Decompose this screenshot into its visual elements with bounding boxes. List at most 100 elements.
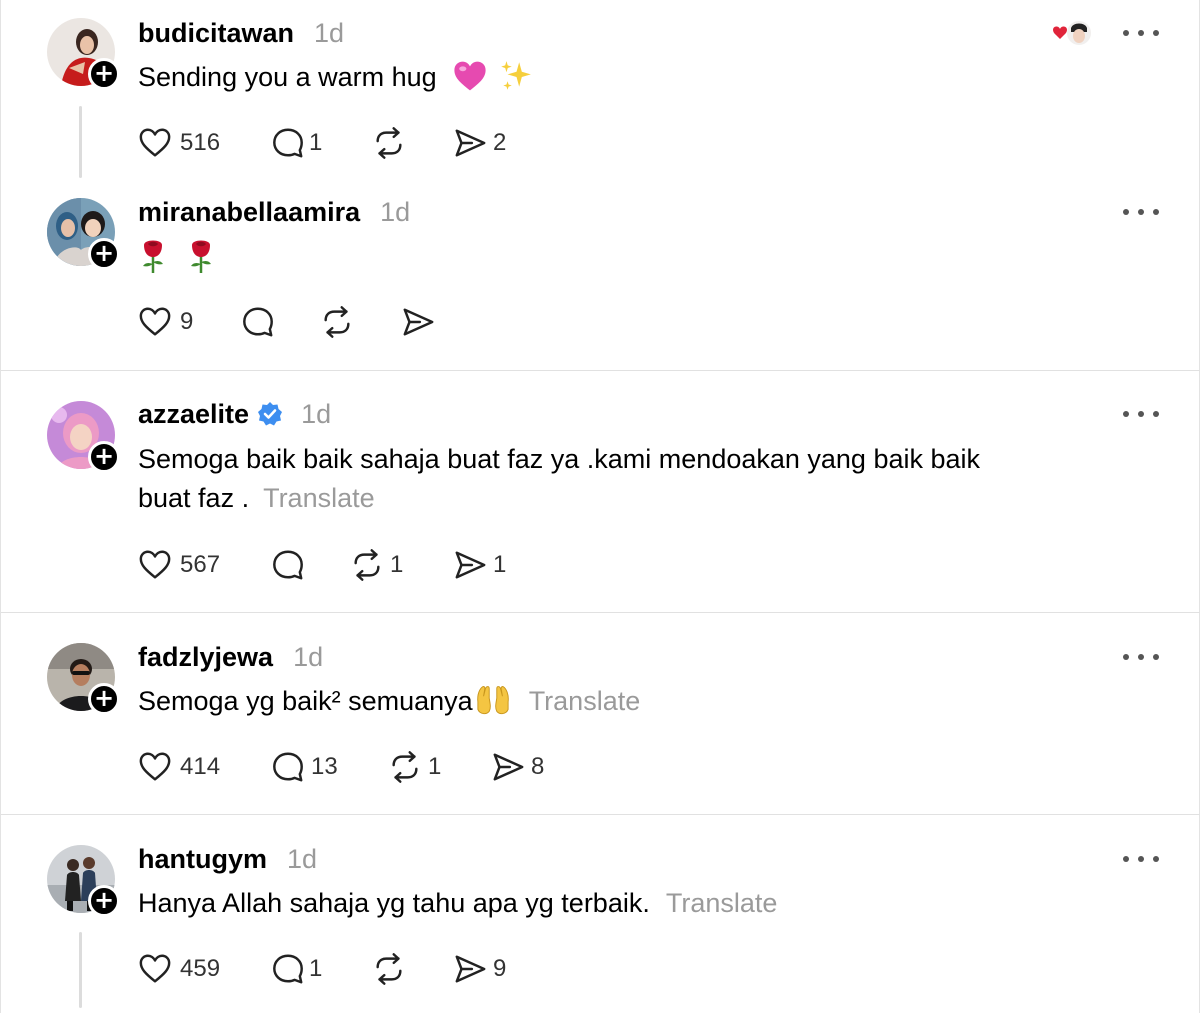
plus-icon: + — [93, 684, 115, 712]
post-divider — [1, 814, 1200, 815]
plus-icon: + — [93, 239, 115, 267]
rose-icon — [143, 240, 163, 273]
paper-plane-icon — [453, 952, 487, 986]
paper-plane-icon — [491, 750, 525, 784]
post-actions: 459 1 9 — [138, 949, 558, 989]
heart-outline-icon — [138, 548, 172, 582]
username-link[interactable]: fadzlyjewa — [138, 642, 273, 673]
post-header: fadzlyjewa 1d — [138, 640, 323, 674]
post-header: budicitawan 1d — [138, 16, 344, 50]
heart-outline-icon — [138, 126, 172, 160]
repost-button[interactable] — [372, 123, 406, 163]
like-button[interactable]: 414 — [138, 747, 220, 787]
like-count: 414 — [180, 753, 221, 780]
heart-outline-icon — [138, 305, 172, 339]
speech-bubble-icon — [241, 305, 275, 339]
post-actions: 567 1 1 — [138, 545, 558, 585]
raising-hands-icon — [476, 686, 509, 715]
post-divider — [1, 370, 1200, 371]
speech-bubble-icon — [271, 952, 305, 986]
post-timestamp[interactable]: 1d — [293, 642, 323, 673]
translate-link[interactable]: Translate — [263, 483, 375, 513]
post-text: Semoga baik baik sahaja buat faz ya .kam… — [138, 444, 981, 513]
follow-button[interactable]: + — [88, 238, 120, 270]
username-link[interactable]: hantugym — [138, 844, 267, 875]
more-options-button[interactable] — [1123, 409, 1159, 419]
post-timestamp[interactable]: 1d — [380, 197, 410, 228]
comment-count: 1 — [309, 955, 323, 982]
repost-arrows-icon — [388, 750, 422, 784]
more-options-button[interactable] — [1123, 652, 1159, 662]
repost-arrows-icon — [350, 548, 384, 582]
like-button[interactable]: 567 — [138, 545, 220, 585]
speech-bubble-icon — [271, 750, 305, 784]
comment-count: 1 — [309, 129, 323, 156]
share-count: 1 — [493, 551, 507, 578]
follow-button[interactable]: + — [88, 441, 120, 473]
heart-outline-icon — [138, 750, 172, 784]
post-text — [138, 236, 1058, 276]
username-link[interactable]: azzaelite — [138, 399, 249, 430]
paper-plane-icon — [453, 548, 487, 582]
username-link[interactable]: budicitawan — [138, 18, 294, 49]
like-button[interactable]: 516 — [138, 123, 220, 163]
sparkles-icon — [500, 61, 531, 90]
comment-count: 13 — [311, 753, 338, 780]
post-timestamp[interactable]: 1d — [287, 844, 317, 875]
repost-count: 1 — [390, 551, 404, 578]
plus-icon: + — [93, 59, 115, 87]
repost-button[interactable]: 1 — [388, 747, 441, 787]
like-count: 459 — [180, 955, 221, 982]
heart-outline-icon — [138, 952, 172, 986]
like-button[interactable]: 9 — [138, 302, 193, 342]
repost-count: 1 — [428, 753, 442, 780]
post-actions: 414 13 1 8 — [138, 747, 598, 787]
plus-icon: + — [93, 886, 115, 914]
post-header: hantugym 1d — [138, 842, 317, 876]
more-options-button[interactable] — [1123, 28, 1159, 38]
post-actions: 516 1 2 — [138, 123, 558, 163]
follow-button[interactable]: + — [88, 58, 120, 90]
repost-button[interactable]: 1 — [350, 545, 403, 585]
like-count: 9 — [180, 308, 194, 335]
rose-icon — [190, 240, 211, 273]
liked-by-avatars[interactable] — [1051, 18, 1095, 50]
share-count: 9 — [493, 955, 507, 982]
follow-button[interactable]: + — [88, 885, 120, 917]
share-count: 8 — [531, 753, 545, 780]
like-count: 516 — [180, 129, 221, 156]
share-count: 2 — [493, 129, 507, 156]
paper-plane-icon — [453, 126, 487, 160]
more-options-button[interactable] — [1123, 207, 1159, 217]
post-actions: 9 — [138, 302, 558, 342]
post-text: Semoga yg baik² semuanya Translate — [138, 682, 1058, 721]
translate-link[interactable]: Translate — [666, 888, 778, 918]
post-divider — [1, 612, 1200, 613]
comment-button[interactable]: 1 — [271, 949, 322, 989]
post-header: miranabellaamira 1d — [138, 195, 410, 229]
share-button[interactable]: 8 — [491, 747, 544, 787]
share-button[interactable]: 9 — [453, 949, 506, 989]
repost-arrows-icon — [372, 126, 406, 160]
username-link[interactable]: miranabellaamira — [138, 197, 360, 228]
post-header: azzaelite 1d — [138, 397, 331, 431]
repost-button[interactable] — [372, 949, 406, 989]
share-button[interactable]: 2 — [453, 123, 506, 163]
like-button[interactable]: 459 — [138, 949, 220, 989]
paper-plane-icon — [401, 305, 435, 339]
post-timestamp[interactable]: 1d — [301, 399, 331, 430]
repost-arrows-icon — [372, 952, 406, 986]
comment-button[interactable] — [241, 302, 275, 342]
more-options-button[interactable] — [1123, 854, 1159, 864]
comment-button[interactable]: 1 — [271, 123, 322, 163]
comment-button[interactable]: 13 — [271, 747, 338, 787]
share-button[interactable] — [401, 302, 435, 342]
pink-heart-icon — [454, 61, 486, 91]
post-timestamp[interactable]: 1d — [314, 18, 344, 49]
share-button[interactable]: 1 — [453, 545, 506, 585]
threads-feed: + budicitawan 1d Sending you a warm hug … — [0, 0, 1200, 1013]
follow-button[interactable]: + — [88, 683, 120, 715]
repost-button[interactable] — [320, 302, 354, 342]
translate-link[interactable]: Translate — [529, 686, 641, 716]
comment-button[interactable] — [271, 545, 305, 585]
